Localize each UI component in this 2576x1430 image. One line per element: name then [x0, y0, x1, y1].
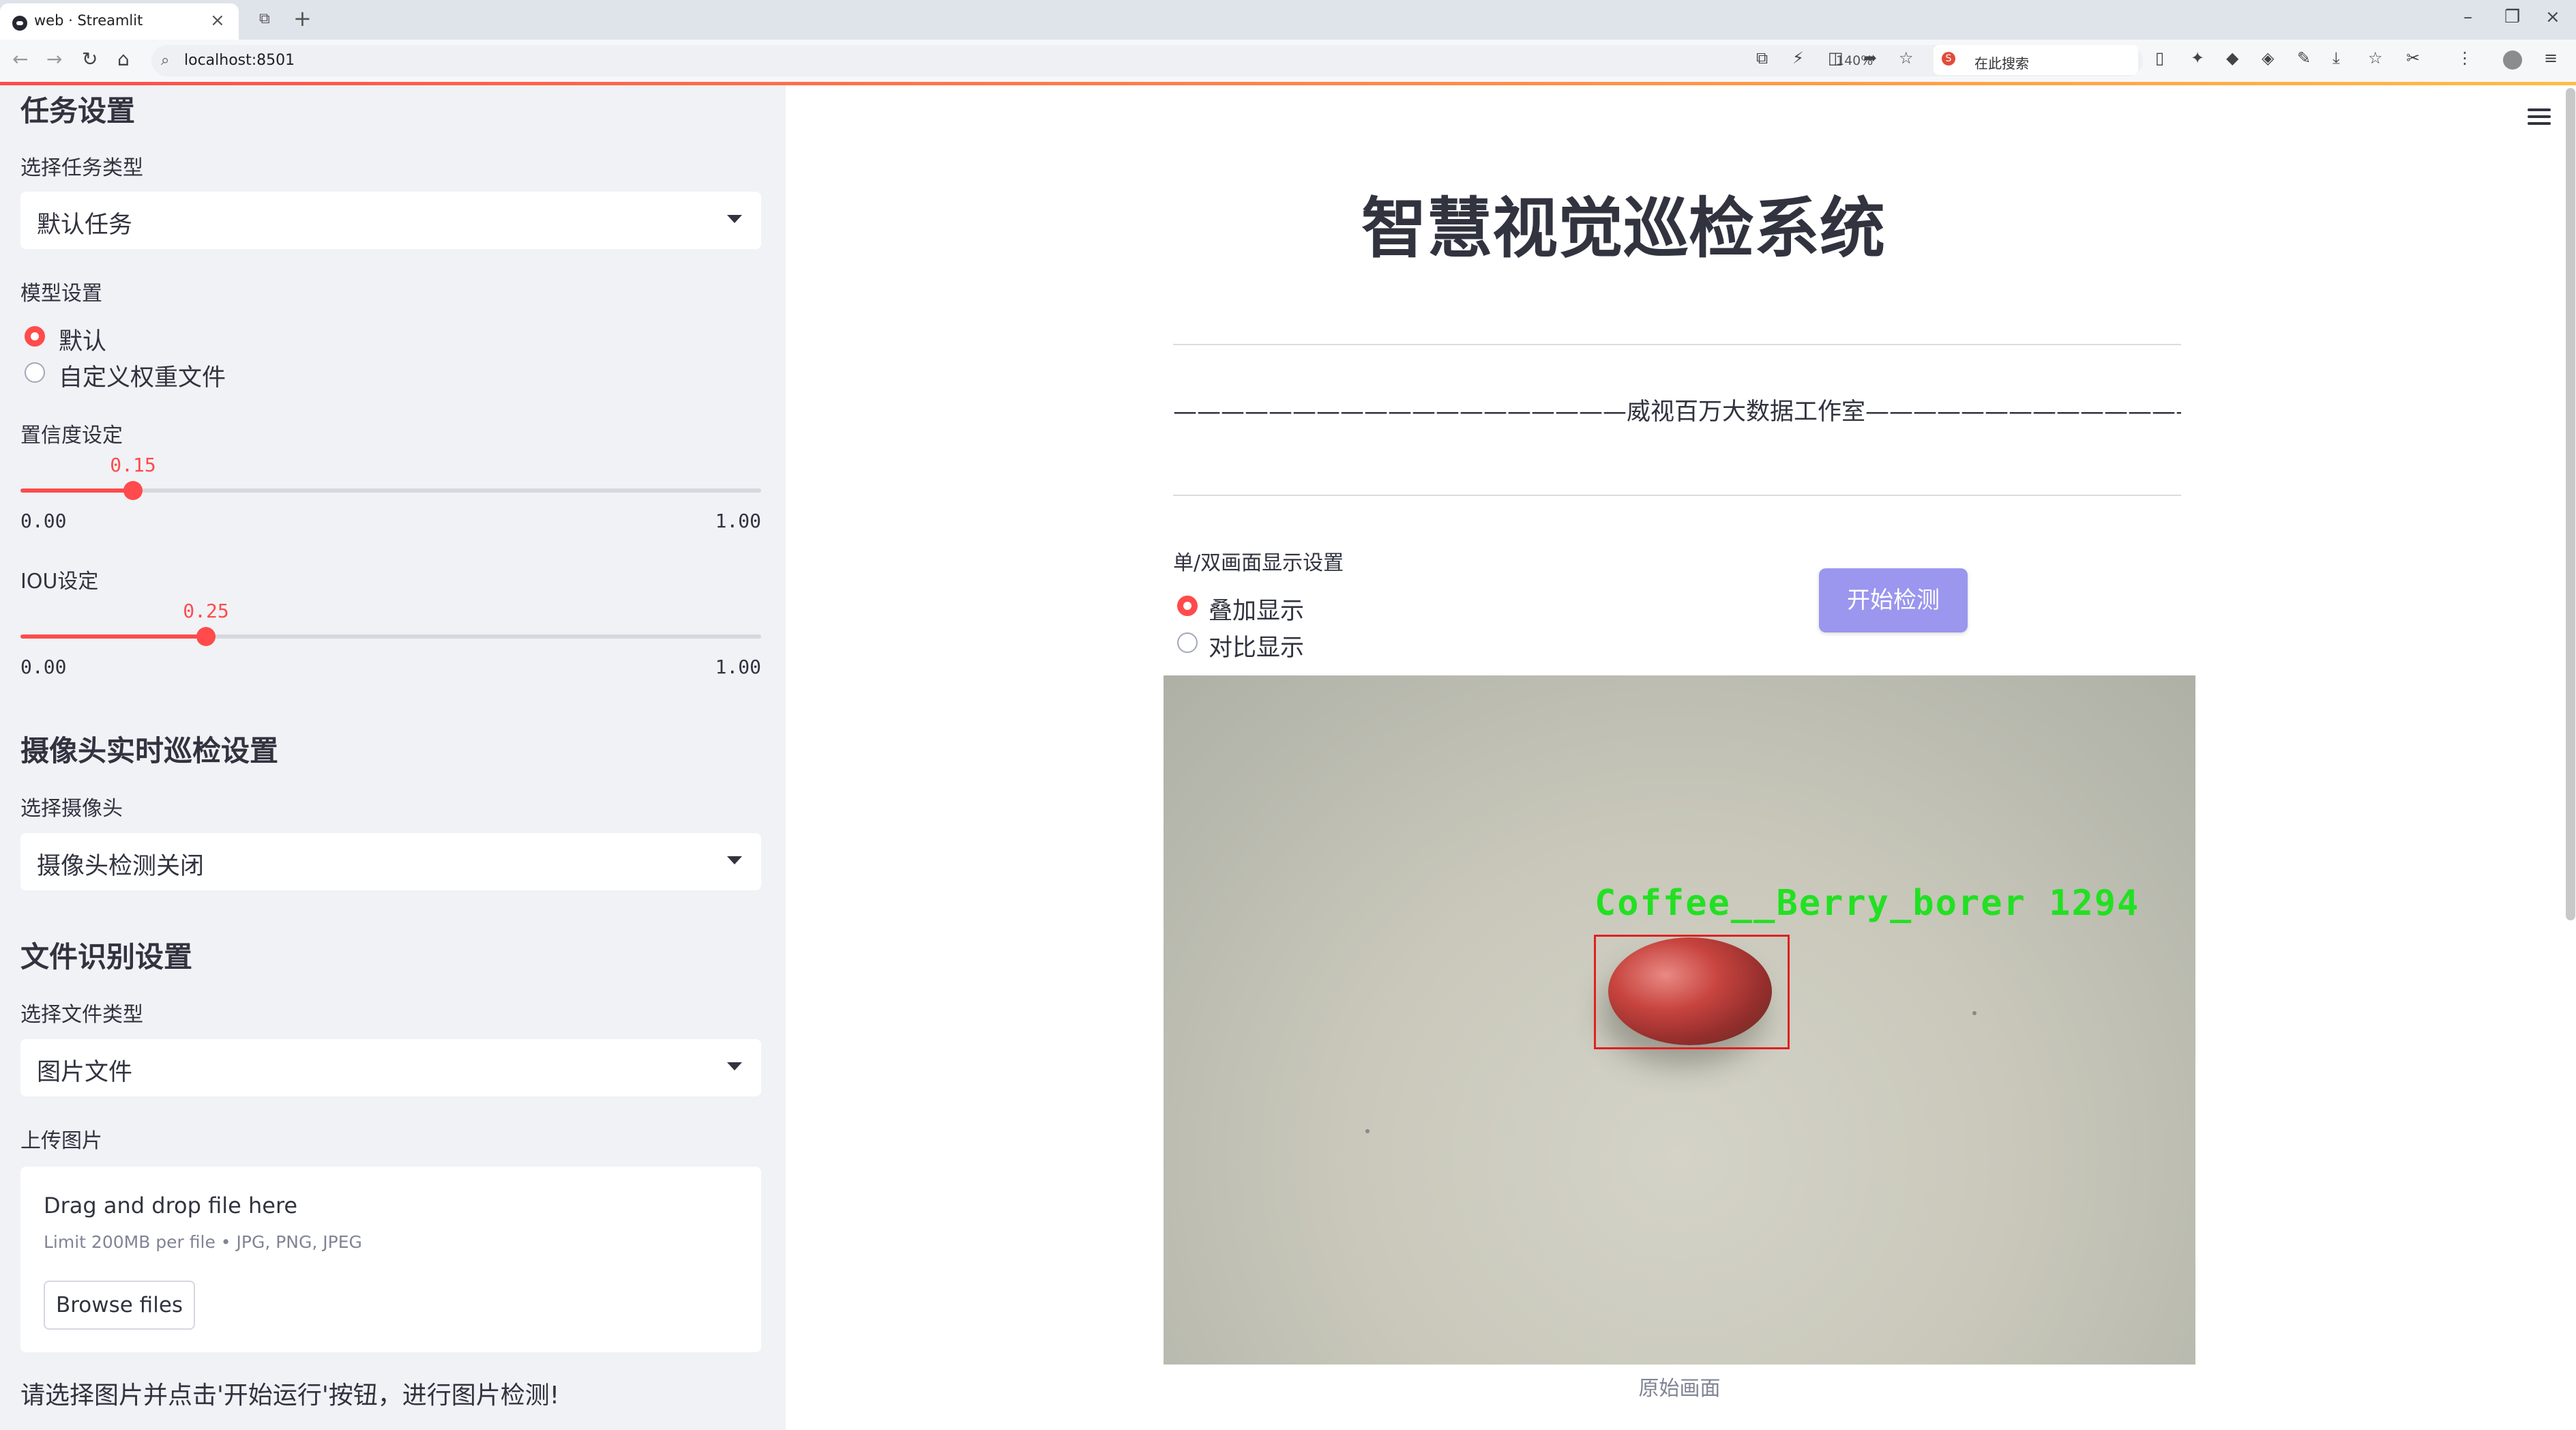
file-type-label: 选择文件类型: [20, 1003, 143, 1027]
url-field[interactable]: ⌕ localhost:8501 140%: [151, 45, 2143, 76]
display-radio-compare[interactable]: [1177, 632, 1198, 653]
upload-label: 上传图片: [20, 1129, 102, 1153]
translate-icon[interactable]: ⧉: [1756, 48, 1768, 68]
main-content: 智慧视觉巡检系统 ———————————————————威视百万大数据工作室——…: [786, 85, 2576, 1430]
task-type-value: 默认任务: [37, 211, 133, 239]
uploader-title: Drag and drop file here: [44, 1193, 298, 1219]
star-icon[interactable]: ☆: [1899, 48, 1914, 68]
display-option-overlay-label: 叠加显示: [1209, 598, 1305, 625]
window-close-icon[interactable]: ×: [2545, 7, 2560, 27]
confidence-min: 0.00: [20, 510, 67, 532]
iou-min: 0.00: [20, 656, 67, 678]
home-icon[interactable]: ⌂: [117, 48, 130, 70]
file-uploader-dropzone[interactable]: Drag and drop file here Limit 200MB per …: [20, 1167, 761, 1352]
uploader-limit: Limit 200MB per file • JPG, PNG, JPEG: [44, 1232, 362, 1252]
display-option-compare-label: 对比显示: [1209, 634, 1305, 662]
model-option-default-label: 默认: [59, 328, 107, 355]
confidence-slider[interactable]: [20, 481, 761, 500]
main-menu-icon[interactable]: [2528, 108, 2551, 129]
start-detection-button[interactable]: 开始检测: [1819, 568, 1968, 632]
more-menu-icon[interactable]: ⋮: [2457, 48, 2473, 68]
extension-3-icon[interactable]: ◈: [2262, 48, 2274, 68]
divider-top: [1173, 344, 2181, 345]
lightning-icon[interactable]: ⚡: [1792, 48, 1804, 68]
sidebar: 任务设置 选择任务类型 默认任务 模型设置 默认 自定义权重文件 置信度设定 0…: [0, 85, 786, 1430]
minimize-icon[interactable]: –: [2463, 7, 2472, 27]
image-caption: 原始画面: [1638, 1377, 1721, 1401]
iou-slider[interactable]: [20, 627, 761, 646]
url-text: localhost:8501: [184, 52, 295, 69]
reload-icon[interactable]: ↻: [82, 48, 98, 70]
url-search-icon: ⌕: [161, 52, 170, 69]
split-tab-icon[interactable]: ⧉: [259, 10, 270, 27]
chevron-down-icon: [727, 1062, 742, 1070]
search-engine-icon: S: [1942, 52, 1955, 65]
model-option-custom-label: 自定义权重文件: [59, 364, 226, 392]
browser-search-box[interactable]: S 在此搜索: [1934, 45, 2138, 75]
bookmark-icon[interactable]: ☆: [2368, 48, 2383, 68]
model-label: 模型设置: [20, 282, 102, 306]
screenshot-icon[interactable]: ◫: [1828, 48, 1844, 68]
forward-icon[interactable]: →: [46, 48, 62, 70]
instruction-note: 请选择图片并点击'开始运行'按钮，进行图片检测!: [20, 1382, 560, 1410]
detection-bounding-box: [1594, 935, 1790, 1049]
task-type-label: 选择任务类型: [20, 156, 143, 180]
browser-menu-icon[interactable]: ≡: [2544, 48, 2558, 68]
back-icon[interactable]: ←: [12, 48, 28, 70]
extension-2-icon[interactable]: ◆: [2226, 48, 2238, 68]
model-radio-default[interactable]: [25, 326, 45, 347]
browser-tab[interactable]: web · Streamlit ×: [0, 3, 239, 40]
iou-max: 1.00: [715, 656, 761, 678]
confidence-value: 0.15: [110, 454, 156, 476]
tab-close-icon[interactable]: ×: [210, 10, 225, 31]
display-radio-overlay[interactable]: [1177, 596, 1198, 616]
profile-avatar-icon[interactable]: [2503, 50, 2522, 70]
download-icon[interactable]: ⤓: [2333, 48, 2340, 68]
confidence-max: 1.00: [715, 510, 761, 532]
browser-address-bar: ← → ↻ ⌂ ⌕ localhost:8501 140% ⧉ ⚡ ◫ ➦ ☆ …: [0, 40, 2576, 83]
image-speck: [1972, 1011, 1977, 1015]
detection-image: Coffee__Berry_borer 1294: [1164, 675, 2195, 1365]
file-type-value: 图片文件: [37, 1059, 133, 1086]
share-icon[interactable]: ➦: [1863, 48, 1877, 68]
chevron-down-icon: [727, 215, 742, 223]
new-tab-icon[interactable]: +: [293, 5, 312, 31]
model-radio-custom[interactable]: [25, 362, 45, 383]
iou-slider-thumb[interactable]: [196, 627, 216, 646]
display-mode-label: 单/双画面显示设置: [1173, 551, 1344, 575]
file-type-select[interactable]: 图片文件: [20, 1039, 761, 1096]
task-type-select[interactable]: 默认任务: [20, 192, 761, 249]
divider-bottom: [1173, 495, 2181, 496]
camera-section-title: 摄像头实时巡检设置: [20, 734, 279, 768]
iou-value: 0.25: [183, 600, 229, 622]
phone-icon[interactable]: ▯: [2155, 48, 2164, 68]
file-section-title: 文件识别设置: [20, 940, 193, 974]
browse-files-button[interactable]: Browse files: [44, 1281, 195, 1330]
cut-icon[interactable]: ✂: [2406, 48, 2420, 68]
studio-line: ———————————————————威视百万大数据工作室———————————…: [1173, 398, 2181, 426]
confidence-slider-fill: [20, 488, 133, 493]
restore-icon[interactable]: ❐: [2504, 7, 2520, 27]
task-section-title: 任务设置: [20, 94, 136, 128]
search-box-label: 在此搜索: [1974, 55, 2029, 72]
image-speck: [1365, 1129, 1370, 1133]
iou-slider-fill: [20, 634, 206, 639]
main-scrollbar[interactable]: [2566, 88, 2575, 920]
iou-label: IOU设定: [20, 570, 99, 594]
confidence-label: 置信度设定: [20, 424, 123, 448]
extension-4-icon[interactable]: ✎: [2297, 48, 2311, 68]
tab-title: web · Streamlit: [34, 12, 143, 29]
page-title: 智慧视觉巡检系统: [1361, 190, 1885, 267]
camera-select[interactable]: 摄像头检测关闭: [20, 833, 761, 890]
streamlit-favicon-icon: [12, 16, 27, 31]
browser-tab-bar: web · Streamlit × ⧉ + – ❐ ×: [0, 0, 2576, 40]
chevron-down-icon: [727, 856, 742, 864]
camera-value: 摄像头检测关闭: [37, 853, 205, 880]
camera-label: 选择摄像头: [20, 797, 123, 821]
extension-icon[interactable]: ✦: [2191, 48, 2204, 68]
detection-label: Coffee__Berry_borer 1294: [1595, 883, 2140, 924]
confidence-slider-thumb[interactable]: [123, 481, 143, 500]
